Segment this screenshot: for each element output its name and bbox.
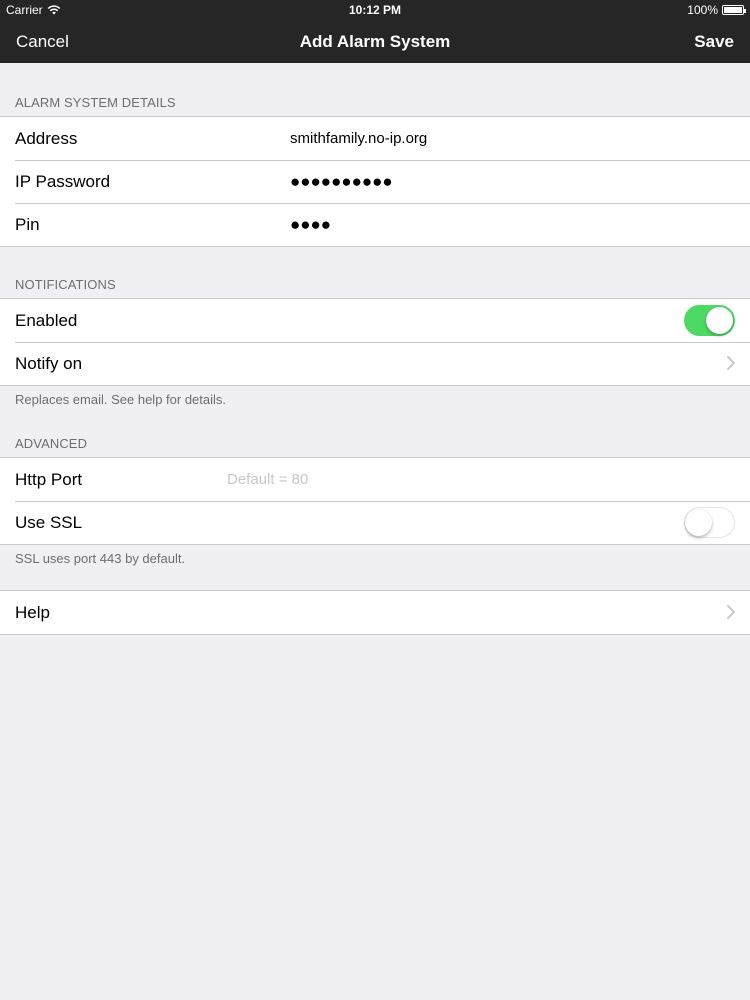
http-port-label: Http Port (15, 469, 83, 489)
pin-label: Pin (15, 214, 40, 234)
advanced-footer: SSL uses port 443 by default. (15, 551, 186, 566)
chevron-right-icon (727, 605, 735, 619)
pin-field[interactable]: ●●●● (290, 215, 331, 235)
help-group: Help (0, 590, 750, 635)
use-ssl-label: Use SSL (15, 512, 83, 532)
help-label: Help (15, 602, 50, 622)
chevron-right-icon (727, 356, 735, 370)
pin-row[interactable]: Pin ●●●● (0, 203, 750, 246)
http-port-input[interactable]: Default = 80 (227, 471, 308, 488)
ip-password-row[interactable]: IP Password ●●●●●●●●●● (0, 160, 750, 203)
enabled-row: Enabled (0, 299, 750, 342)
use-ssl-toggle[interactable] (684, 507, 735, 538)
advanced-group: Http Port Default = 80 Use SSL (0, 457, 750, 545)
ip-password-label: IP Password (15, 171, 111, 191)
battery-icon (722, 5, 746, 15)
notifications-group: Enabled Notify on (0, 298, 750, 386)
cancel-button[interactable]: Cancel (16, 32, 69, 52)
notifications-footer: Replaces email. See help for details. (15, 392, 227, 407)
section-header-notifications: NOTIFICATIONS (15, 277, 116, 292)
status-time: 10:12 PM (348, 3, 402, 17)
help-row[interactable]: Help (0, 591, 750, 634)
toggle-knob (685, 508, 712, 536)
http-port-row[interactable]: Http Port Default = 80 (0, 458, 750, 501)
battery-percent: 100% (687, 3, 718, 17)
address-label: Address (15, 128, 78, 148)
page-title: Add Alarm System (299, 32, 451, 51)
enabled-label: Enabled (15, 310, 78, 330)
section-header-advanced: ADVANCED (15, 436, 88, 451)
notify-on-row[interactable]: Notify on (0, 342, 750, 385)
use-ssl-row: Use SSL (0, 501, 750, 544)
toggle-knob (706, 307, 733, 334)
navigation-bar: Cancel Add Alarm System Save (0, 20, 750, 63)
alarm-details-group: Address smithfamily.no-ip.org IP Passwor… (0, 116, 750, 247)
ip-password-field[interactable]: ●●●●●●●●●● (290, 172, 393, 192)
save-button[interactable]: Save (694, 32, 734, 52)
section-header-alarm-details: ALARM SYSTEM DETAILS (15, 95, 176, 110)
address-field[interactable]: smithfamily.no-ip.org (290, 130, 427, 147)
address-row[interactable]: Address smithfamily.no-ip.org (0, 117, 750, 160)
battery-group: 100% (687, 3, 746, 17)
notify-on-label: Notify on (15, 353, 83, 373)
enabled-toggle[interactable] (684, 305, 735, 336)
status-bar: Carrier 10:12 PM 100% (0, 0, 750, 20)
